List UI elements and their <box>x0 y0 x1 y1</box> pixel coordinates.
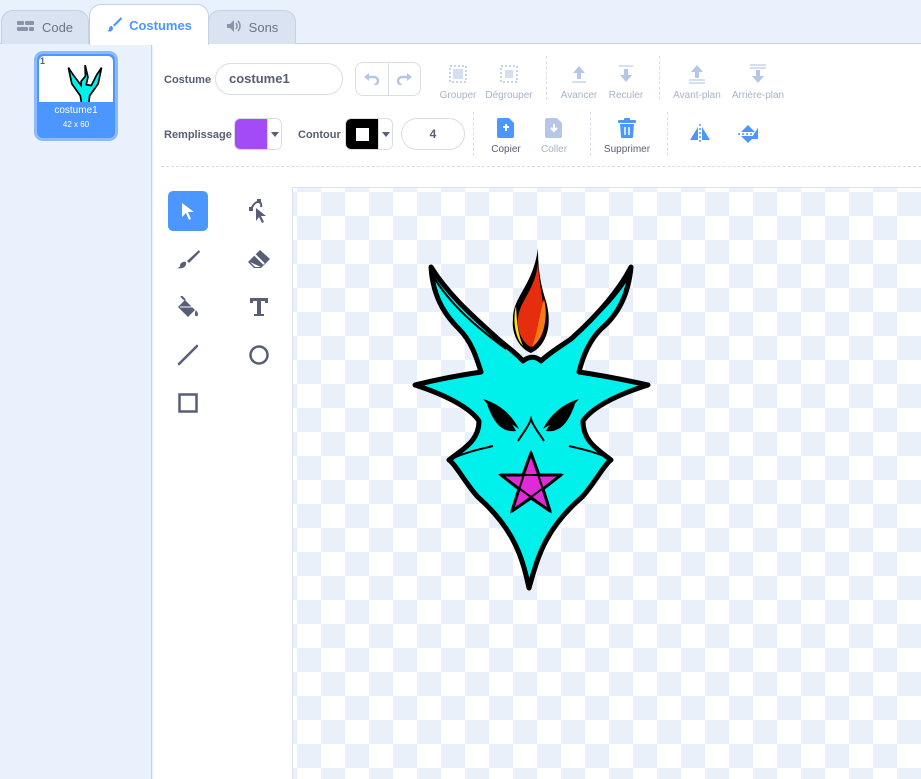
arrow-up-icon <box>569 62 589 84</box>
tab-costumes-label: Costumes <box>129 17 192 33</box>
forward-button[interactable]: Avancer <box>557 62 601 101</box>
dragon-thumbnail-icon <box>67 64 103 122</box>
dragon-head-drawing <box>412 248 651 591</box>
front-button[interactable]: Avant-plan <box>671 62 723 101</box>
text-icon <box>250 298 268 316</box>
select-icon <box>182 203 194 220</box>
flip-vertical-button[interactable] <box>738 123 759 150</box>
chevron-down-icon <box>378 119 392 149</box>
circle-icon <box>249 345 269 365</box>
costume-list: 1 costume1 42 x 60 <box>0 44 152 779</box>
separator <box>667 112 668 156</box>
costume-number: 1 <box>40 56 46 66</box>
separator <box>590 112 591 156</box>
reshape-tool[interactable] <box>239 191 279 231</box>
undo-button[interactable] <box>356 63 389 95</box>
undo-redo-group <box>355 62 421 96</box>
eraser-tool[interactable] <box>239 239 279 279</box>
costume-thumbnail <box>39 56 113 122</box>
outline-label: Contour <box>298 129 341 141</box>
group-icon <box>448 62 468 84</box>
flip-vertical-icon <box>738 125 759 143</box>
fill-label: Remplissage <box>164 129 232 141</box>
send-to-back-icon <box>747 62 769 84</box>
undo-icon <box>363 73 379 85</box>
code-icon <box>16 20 35 35</box>
paste-icon <box>545 116 563 138</box>
reshape-icon <box>249 199 266 223</box>
tab-code[interactable]: Code <box>1 10 89 44</box>
outline-swatch <box>346 119 378 149</box>
rectangle-icon <box>178 393 198 413</box>
outline-width-input[interactable]: 4 <box>401 118 465 150</box>
brush-icon <box>106 16 123 35</box>
line-tool[interactable] <box>168 335 208 375</box>
select-tool[interactable] <box>168 191 208 231</box>
redo-button[interactable] <box>389 63 421 95</box>
tab-costumes[interactable]: Costumes <box>89 4 209 45</box>
backward-button[interactable]: Reculer <box>606 62 646 101</box>
group-button[interactable]: Grouper <box>435 62 481 101</box>
costume-name: costume1 <box>54 105 98 116</box>
ungroup-icon <box>499 62 519 84</box>
brush-icon <box>177 250 200 269</box>
toolbar-divider <box>161 166 921 167</box>
costume-size: 42 x 60 <box>62 120 90 129</box>
copy-button[interactable]: Copier <box>486 116 526 155</box>
copy-icon <box>497 116 515 138</box>
paste-button[interactable]: Coller <box>535 116 573 155</box>
text-tool[interactable] <box>239 287 279 327</box>
outline-color-picker[interactable] <box>345 118 393 150</box>
chevron-down-icon <box>267 119 281 149</box>
flip-horizontal-icon <box>690 124 710 144</box>
separator <box>546 56 547 100</box>
costume-tile[interactable]: 1 costume1 42 x 60 <box>34 51 118 141</box>
fill-swatch <box>235 119 267 149</box>
arrow-down-icon <box>616 62 636 84</box>
trash-icon <box>618 116 636 138</box>
tab-code-label: Code <box>41 20 74 35</box>
costume-label: Costume <box>164 74 212 86</box>
bring-to-front-icon <box>686 62 708 84</box>
fill-icon <box>178 296 199 317</box>
eraser-icon <box>248 250 270 268</box>
back-button[interactable]: Arrière-plan <box>729 62 787 101</box>
circle-tool[interactable] <box>239 335 279 375</box>
tab-sons[interactable]: Sons <box>208 10 296 44</box>
separator <box>659 56 660 100</box>
fill-color-picker[interactable] <box>234 118 282 150</box>
delete-button[interactable]: Supprimer <box>601 116 653 155</box>
fill-tool[interactable] <box>168 287 208 327</box>
costume-name-input[interactable]: costume1 <box>215 63 343 95</box>
tab-sons-label: Sons <box>248 20 279 35</box>
flip-horizontal-button[interactable] <box>689 124 711 149</box>
rectangle-tool[interactable] <box>168 383 208 423</box>
separator <box>473 112 474 156</box>
paint-editor: Costume costume1 Grouper Dégrouper Avanc… <box>153 44 921 779</box>
redo-icon <box>397 73 413 85</box>
drawing-canvas[interactable] <box>292 187 921 779</box>
line-icon <box>177 344 199 366</box>
tab-bar: Code Sons Costumes <box>0 0 921 45</box>
ungroup-button[interactable]: Dégrouper <box>483 62 535 101</box>
speaker-icon <box>226 19 242 36</box>
brush-tool[interactable] <box>168 239 208 279</box>
